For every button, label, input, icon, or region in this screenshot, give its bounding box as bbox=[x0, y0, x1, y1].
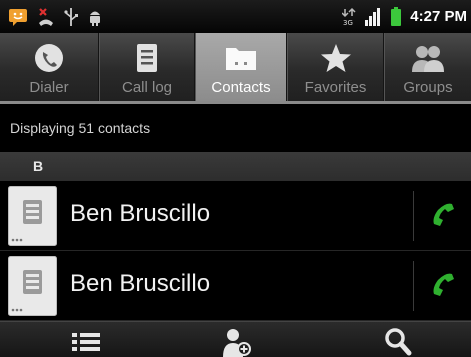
tab-label: Groups bbox=[403, 79, 453, 96]
section-letter: B bbox=[33, 158, 44, 174]
tab-favorites[interactable]: Favorites bbox=[287, 33, 384, 101]
status-bar: 3G 4:27 PM bbox=[0, 0, 471, 33]
tab-label: Dialer bbox=[29, 79, 69, 96]
tab-label: Contacts bbox=[211, 79, 271, 96]
contact-count-row: Displaying 51 contacts bbox=[0, 104, 471, 152]
contact-row[interactable]: Ben Bruscillo bbox=[0, 181, 471, 251]
contact-photo-placeholder-icon[interactable] bbox=[8, 256, 57, 316]
battery-icon bbox=[391, 6, 402, 26]
groups-icon bbox=[412, 46, 444, 72]
tab-call-log[interactable]: Call log bbox=[99, 33, 195, 101]
bottom-action-bar bbox=[0, 321, 471, 357]
tab-groups[interactable]: Groups bbox=[384, 33, 471, 101]
svg-text:3G: 3G bbox=[343, 19, 353, 27]
call-log-icon bbox=[137, 44, 157, 72]
clock-time: 4:27 PM bbox=[410, 8, 467, 25]
star-icon bbox=[320, 44, 351, 72]
tab-contacts[interactable]: Contacts bbox=[195, 33, 287, 101]
row-divider bbox=[413, 261, 414, 311]
contact-row[interactable]: Ben Bruscillo bbox=[0, 251, 471, 321]
search-icon[interactable] bbox=[380, 325, 416, 357]
add-contact-icon[interactable] bbox=[219, 325, 255, 357]
contact-count-text: Displaying 51 contacts bbox=[10, 120, 151, 136]
missed-call-icon bbox=[39, 7, 53, 26]
signal-strength-icon bbox=[365, 7, 381, 26]
chat-notification-icon bbox=[9, 8, 27, 26]
section-header: B bbox=[0, 152, 471, 181]
contacts-folder-icon bbox=[226, 48, 256, 70]
contact-name: Ben Bruscillo bbox=[70, 200, 211, 227]
usb-icon bbox=[64, 7, 78, 26]
tab-bar: Dialer Call log Contacts Favorites Group… bbox=[0, 33, 471, 101]
call-button-icon[interactable] bbox=[426, 198, 462, 234]
row-divider bbox=[413, 191, 414, 241]
network-3g-icon: 3G bbox=[342, 7, 356, 27]
phone-dial-icon bbox=[35, 44, 63, 72]
menu-list-icon[interactable] bbox=[68, 325, 104, 357]
system-status-icons: 3G 4:27 PM bbox=[342, 3, 467, 30]
tab-label: Favorites bbox=[304, 79, 367, 96]
call-button-icon[interactable] bbox=[426, 268, 462, 304]
contact-name: Ben Bruscillo bbox=[70, 270, 211, 297]
tab-label: Call log bbox=[121, 79, 173, 96]
android-debug-icon bbox=[90, 11, 100, 26]
contact-photo-placeholder-icon[interactable] bbox=[8, 186, 57, 246]
tab-dialer[interactable]: Dialer bbox=[0, 33, 99, 101]
notification-icons bbox=[8, 3, 103, 30]
